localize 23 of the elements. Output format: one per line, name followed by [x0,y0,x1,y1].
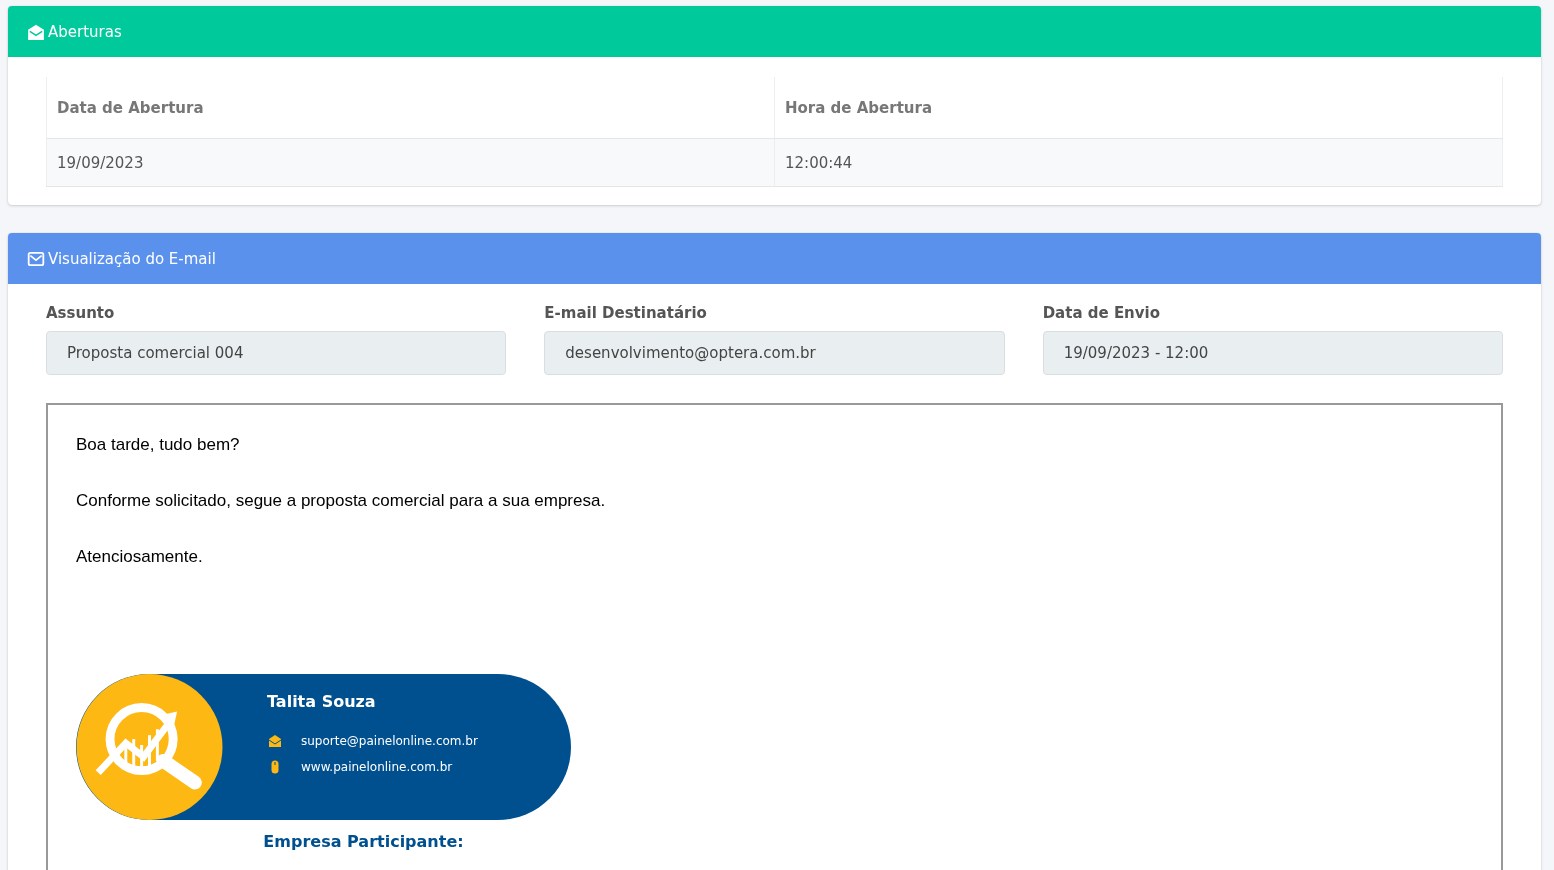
chart-magnifier-logo-icon [76,674,223,820]
signature-name: Talita Souza [267,692,377,711]
signature-footer-text: Empresa Participante: [262,832,464,851]
table-cell: 19/09/2023 [46,138,775,187]
card-title: Aberturas [48,22,122,41]
envelope-icon [27,249,45,268]
field-label: Assunto [46,304,116,322]
input-field[interactable]: 19/09/2023 - 12:00 [1042,331,1503,375]
column-header: Data de Abertura [46,77,775,139]
signature-email: suporte@painelonline.com.br [301,734,478,748]
column-header: Hora de Abertura [774,77,1503,139]
input-field[interactable]: desenvolvimento@optera.com.br [544,331,1005,375]
envelope-icon [267,733,283,749]
field-label: Data de Envio [1042,304,1162,322]
input-field[interactable]: Proposta comercial 004 [46,331,507,375]
signature-website: www.painelonline.com.br [301,760,453,774]
table-cell: 12:00:44 [774,138,1503,187]
card-title: Visualização do E-mail [48,249,216,268]
open-envelope-icon [27,22,45,41]
email-paragraph: Atenciosamente. [76,547,204,567]
field-label: E-mail Destinatário [544,304,708,322]
email-paragraph: Conforme solicitado, segue a proposta comercial para a sua empresa. [76,491,607,511]
email-paragraph: Boa tarde, tudo bem? [76,435,241,455]
